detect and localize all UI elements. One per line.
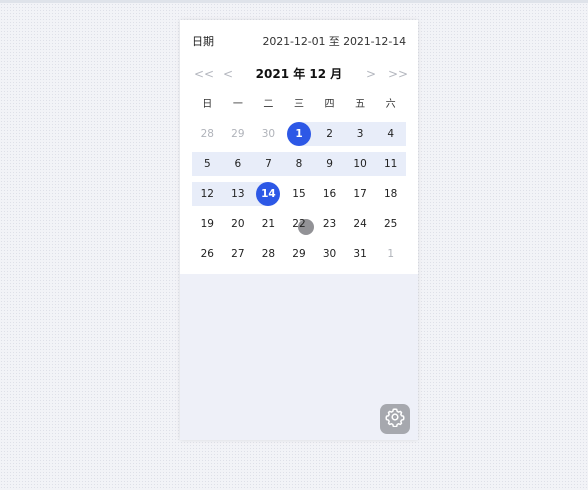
weekday-label: 四 xyxy=(324,99,335,110)
calendar-day[interactable]: 20 xyxy=(223,212,254,236)
calendar-day[interactable]: 30 xyxy=(314,242,345,266)
month-navigation: << < 2021 年 12 月 > >> xyxy=(180,64,418,84)
prev-year-button[interactable]: << xyxy=(194,64,214,84)
calendar-day[interactable]: 16 xyxy=(314,182,345,206)
next-year-button[interactable]: >> xyxy=(388,64,408,84)
calendar-day[interactable]: 2 xyxy=(314,122,345,146)
calendar-day[interactable]: 5 xyxy=(192,152,223,176)
calendar-day[interactable]: 9 xyxy=(314,152,345,176)
calendar-day[interactable]: 8 xyxy=(283,152,315,176)
calendar-day[interactable]: 28 xyxy=(253,242,284,266)
calendar-week: 5 6 7 8 9 10 11 xyxy=(192,152,406,176)
top-bar xyxy=(0,0,588,3)
calendar-day[interactable]: 12 xyxy=(192,182,223,206)
weekday-label: 三 xyxy=(293,99,304,110)
calendar-day[interactable]: 6 xyxy=(222,152,254,176)
calendar-day[interactable]: 28 xyxy=(192,122,223,146)
weekday-header: 日 一 二 三 四 五 六 xyxy=(192,94,406,116)
date-range-picker-screen: 日期 2021-12-01 至 2021-12-14 << < 2021 年 1… xyxy=(180,20,418,440)
month-title: 2021 年 12 月 xyxy=(255,67,343,81)
weekday-label: 五 xyxy=(355,99,366,110)
calendar-day[interactable]: 30 xyxy=(253,122,284,146)
weekday-label: 一 xyxy=(232,99,243,110)
calendar-day[interactable]: 4 xyxy=(375,122,406,146)
date-range-value: 2021-12-01 至 2021-12-14 xyxy=(262,35,406,48)
calendar-panel: 日期 2021-12-01 至 2021-12-14 << < 2021 年 1… xyxy=(180,20,418,274)
calendar-day[interactable]: 21 xyxy=(253,212,284,236)
calendar-day[interactable]: 23 xyxy=(314,212,345,236)
calendar-day[interactable]: 24 xyxy=(345,212,376,236)
calendar-day[interactable]: 26 xyxy=(192,242,223,266)
next-month-button[interactable]: > xyxy=(363,64,379,84)
weekday-label: 日 xyxy=(202,99,213,110)
weekday-label: 二 xyxy=(263,99,274,110)
calendar-day[interactable]: 19 xyxy=(192,212,223,236)
calendar-day[interactable]: 27 xyxy=(223,242,254,266)
gear-icon xyxy=(385,407,405,431)
calendar-day[interactable]: 13 xyxy=(222,182,254,206)
calendar-day[interactable]: 17 xyxy=(345,182,376,206)
calendar-day[interactable]: 11 xyxy=(375,152,406,176)
calendar-day-range-start[interactable]: 1 xyxy=(283,122,315,146)
calendar-grid: 日 一 二 三 四 五 六 28 29 30 1 2 3 4 5 6 7 8 9… xyxy=(192,94,406,266)
calendar-day[interactable]: 1 xyxy=(375,242,406,266)
prev-month-button[interactable]: < xyxy=(220,64,236,84)
calendar-week: 28 29 30 1 2 3 4 xyxy=(192,122,406,146)
calendar-day[interactable]: 7 xyxy=(253,152,284,176)
date-field[interactable]: 日期 2021-12-01 至 2021-12-14 xyxy=(192,33,406,49)
weekday-label: 六 xyxy=(385,99,396,110)
calendar-day-range-end[interactable]: 14 xyxy=(253,182,284,206)
calendar-day[interactable]: 3 xyxy=(344,122,376,146)
calendar-day[interactable]: 22 xyxy=(284,212,315,236)
calendar-day[interactable]: 25 xyxy=(375,212,406,236)
calendar-week: 26 27 28 29 30 31 1 xyxy=(192,242,406,266)
calendar-day[interactable]: 31 xyxy=(345,242,376,266)
calendar-day[interactable]: 29 xyxy=(284,242,315,266)
calendar-day[interactable]: 10 xyxy=(344,152,376,176)
calendar-day[interactable]: 18 xyxy=(375,182,406,206)
calendar-week: 12 13 14 15 16 17 18 xyxy=(192,182,406,206)
calendar-day[interactable]: 15 xyxy=(284,182,315,206)
date-field-label: 日期 xyxy=(192,35,214,48)
calendar-week: 19 20 21 22 23 24 25 xyxy=(192,212,406,236)
settings-button[interactable] xyxy=(380,404,410,434)
calendar-day[interactable]: 29 xyxy=(223,122,254,146)
